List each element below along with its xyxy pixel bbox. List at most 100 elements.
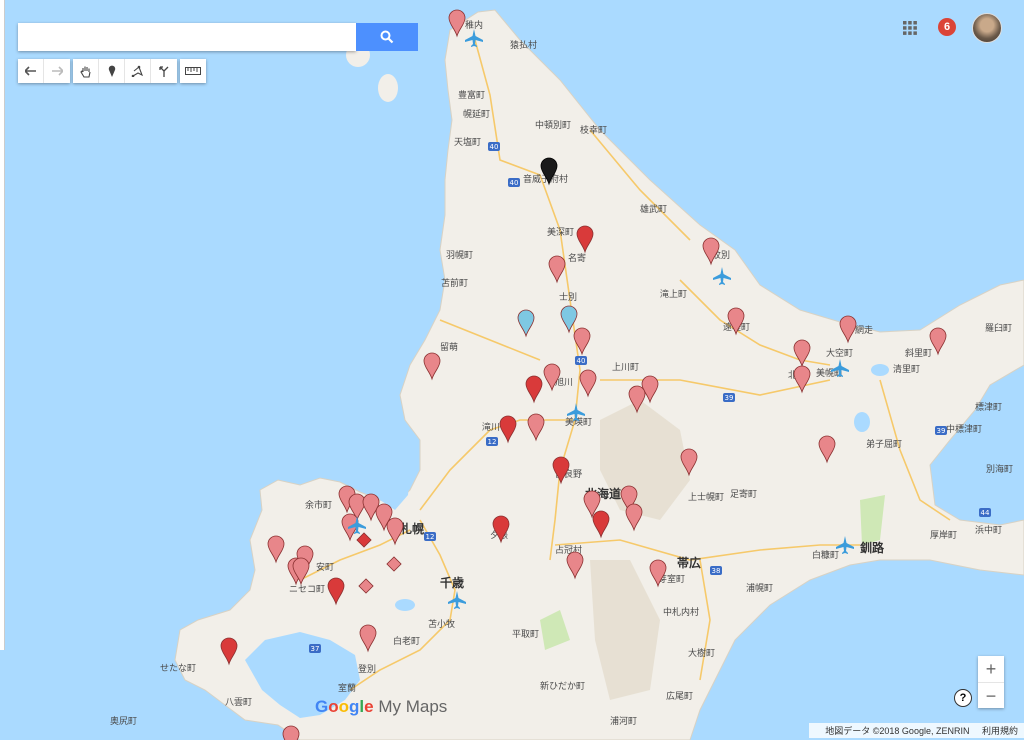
place-label: 白糠町	[812, 549, 839, 561]
place-label: 安町	[316, 561, 334, 573]
zoom-in-button[interactable]: +	[978, 656, 1004, 683]
place-label: 別海町	[986, 463, 1013, 475]
measure-button[interactable]	[180, 59, 206, 83]
svg-text:12: 12	[488, 438, 497, 446]
road-shield: 44	[979, 508, 991, 517]
place-label: 上士幌町	[688, 491, 724, 503]
svg-text:40: 40	[577, 357, 586, 365]
add-marker-button[interactable]	[99, 59, 125, 83]
place-label: 弟子屈町	[866, 438, 902, 450]
svg-text:12: 12	[426, 533, 435, 541]
road-shield: 40	[508, 178, 520, 187]
place-label: 幌延町	[463, 108, 490, 120]
notification-badge[interactable]: 6	[938, 18, 956, 36]
place-label: 余市町	[305, 499, 332, 511]
place-label: 浜中町	[975, 524, 1002, 536]
svg-text:44: 44	[981, 509, 990, 517]
place-label: 大樹町	[688, 647, 715, 659]
place-label: 新ひだか町	[540, 680, 585, 692]
place-label: 中札内村	[663, 606, 699, 618]
draw-line-button[interactable]	[125, 59, 151, 83]
place-label: 美瑛町	[565, 416, 592, 428]
place-label: 広尾町	[666, 690, 693, 702]
place-label: 斜里町	[905, 347, 932, 359]
place-label: 釧路	[859, 540, 885, 555]
apps-grid-icon[interactable]	[902, 20, 918, 36]
my-maps-text: My Maps	[378, 697, 448, 716]
place-label: 足寄町	[730, 488, 757, 500]
place-label: 苫小牧	[428, 618, 455, 630]
help-button[interactable]: ?	[954, 689, 972, 707]
svg-text:38: 38	[712, 567, 721, 575]
marker-icon	[108, 65, 115, 77]
road-shield: 40	[488, 142, 500, 151]
place-label: 滝川	[482, 422, 500, 433]
place-label: 上川町	[612, 362, 639, 373]
redo-button[interactable]	[44, 59, 70, 83]
polygon-icon	[131, 65, 144, 77]
svg-text:40: 40	[510, 179, 519, 187]
map-pin-marker[interactable]	[282, 725, 300, 740]
place-label: 留萌	[440, 341, 458, 353]
svg-text:39: 39	[937, 427, 946, 435]
place-label: 室蘭	[338, 682, 356, 694]
svg-text:40: 40	[490, 143, 499, 151]
road-shield: 37	[309, 644, 321, 653]
place-label: 美深町	[547, 226, 574, 238]
map-data-credit: 地図データ ©2018 Google, ZENRIN	[825, 726, 970, 736]
place-label: 猿払村	[510, 39, 537, 51]
place-label: 清里町	[893, 363, 920, 375]
undo-button[interactable]	[18, 59, 44, 83]
place-label: 中標津町	[946, 423, 982, 435]
place-label: 浦幌町	[746, 582, 773, 594]
place-label: 雄武町	[640, 203, 667, 215]
place-label: 天塩町	[454, 136, 481, 148]
place-label: 厚岸町	[930, 530, 957, 541]
svg-text:39: 39	[725, 394, 734, 402]
terms-link[interactable]: 利用規約	[982, 726, 1018, 736]
place-label: 千歳	[440, 575, 464, 590]
place-label: 羅臼町	[985, 322, 1012, 334]
history-toolbar	[18, 59, 70, 83]
side-panel-edge[interactable]	[0, 0, 5, 650]
measure-toolbar	[180, 59, 206, 83]
place-label: ニセコ町	[289, 584, 325, 595]
road-shield: 40	[575, 356, 587, 365]
map-attribution: 地図データ ©2018 Google, ZENRIN 利用規約	[809, 723, 1024, 738]
zoom-control: + −	[978, 656, 1004, 708]
place-label: 平取町	[512, 629, 539, 640]
google-my-maps-logo: Google My Maps	[315, 697, 447, 717]
place-label: 八雲町	[225, 697, 252, 708]
place-label: 中頓別町	[535, 119, 571, 131]
zoom-out-button[interactable]: −	[978, 683, 1004, 709]
road-shield: 12	[424, 532, 436, 541]
google-logo-text: Google	[315, 697, 374, 716]
place-label: 名寄	[568, 252, 586, 264]
search-input[interactable]	[18, 23, 356, 51]
place-label: 白老町	[393, 635, 420, 647]
pan-tool-button[interactable]	[73, 59, 99, 83]
place-label: 網走	[855, 324, 873, 336]
place-label: 枝幸町	[580, 124, 607, 136]
rebun-island	[378, 74, 398, 102]
place-label: 登別	[358, 664, 376, 675]
place-label: 滝上町	[660, 289, 687, 300]
road-shield: 12	[486, 437, 498, 446]
place-label: 帯広	[677, 555, 701, 570]
place-label: 羽幌町	[446, 249, 473, 261]
place-label: 奥尻町	[110, 715, 137, 727]
route-icon	[159, 66, 169, 77]
draw-toolbar	[73, 59, 177, 83]
redo-icon	[52, 66, 63, 76]
place-label: 大空町	[826, 347, 853, 359]
map-canvas[interactable]: 40 40 40 12 12 38 39 39 44 37 稚内 猿払村 豊富町…	[0, 0, 1024, 740]
place-label: 苫前町	[441, 277, 468, 289]
directions-button[interactable]	[151, 59, 177, 83]
ruler-icon	[185, 67, 201, 75]
place-label: 浦河町	[610, 715, 637, 727]
road-shield: 38	[710, 566, 722, 575]
search-icon	[380, 30, 394, 44]
avatar[interactable]	[972, 13, 1002, 43]
search-button[interactable]	[356, 23, 418, 51]
place-label: 標津町	[975, 401, 1002, 413]
